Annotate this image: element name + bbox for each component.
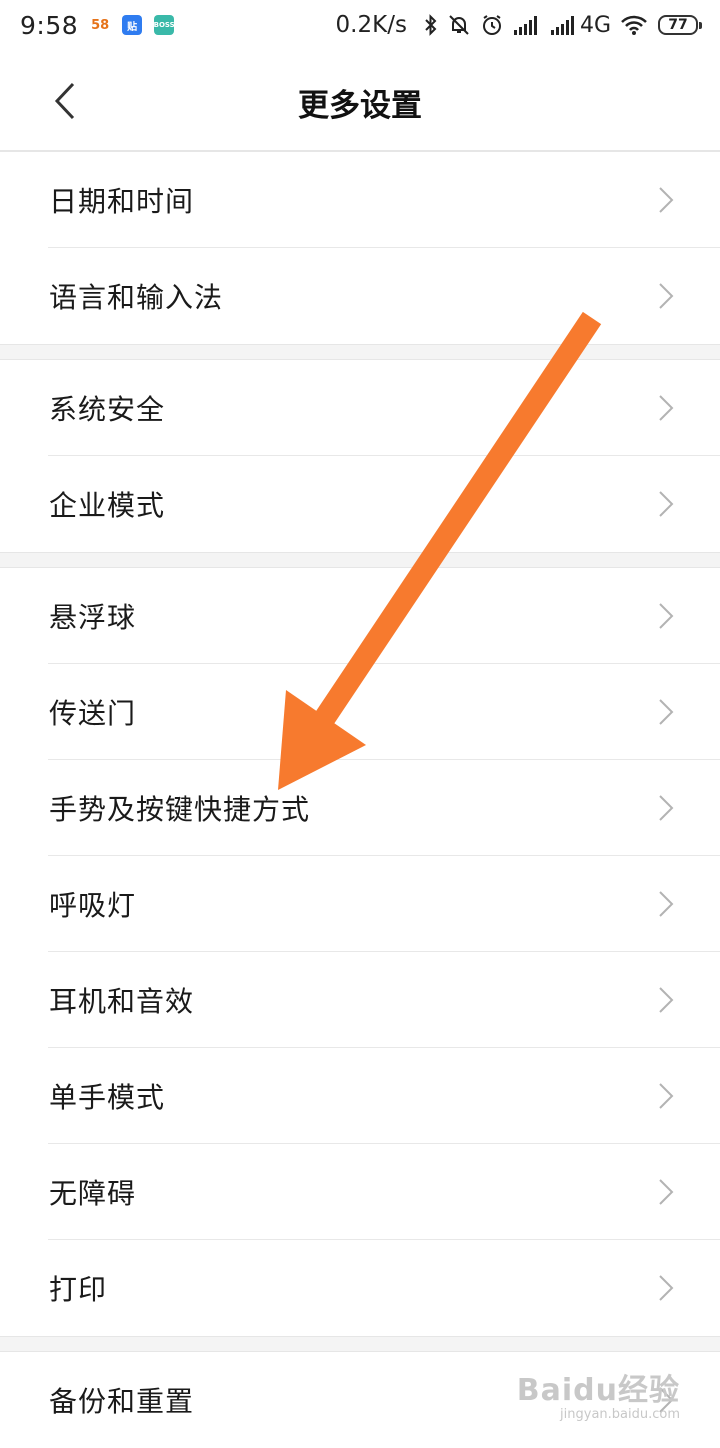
alarm-icon (480, 13, 504, 37)
chevron-right-icon (659, 395, 674, 421)
status-time: 9:58 (20, 10, 79, 40)
chevron-right-icon (659, 1275, 674, 1301)
settings-group-1: 日期和时间 语言和输入法 (0, 152, 720, 344)
baidu-watermark: Baidu经验 jingyan.baidu.com (517, 1365, 680, 1422)
item-language-input[interactable]: 语言和输入法 (0, 248, 720, 344)
chevron-right-icon (659, 491, 674, 517)
item-breathing-light[interactable]: 呼吸灯 (0, 856, 720, 952)
item-date-time[interactable]: 日期和时间 (0, 152, 720, 248)
group-spacer (0, 1336, 720, 1352)
bluetooth-icon (424, 14, 438, 36)
watermark-main: Baidu经验 (516, 1373, 680, 1408)
status-right: 0.2K/s 4G 77 (335, 12, 702, 38)
group-spacer (0, 552, 720, 568)
chevron-right-icon (659, 891, 674, 917)
chevron-right-icon (659, 603, 674, 629)
chevron-right-icon (659, 187, 674, 213)
item-label: 打印 (49, 1273, 108, 1306)
boss-app-icon: BOSS (154, 15, 175, 35)
status-bar: 9:58 58 贴 BOSS 0.2K/s 4G 77 (0, 0, 720, 50)
settings-group-2: 系统安全 企业模式 (0, 360, 720, 552)
chevron-right-icon (659, 987, 674, 1013)
signal-icon-1 (513, 15, 541, 35)
net-speed: 0.2K/s (335, 12, 407, 38)
chevron-right-icon (659, 699, 674, 725)
settings-group-3: 悬浮球 传送门 手势及按键快捷方式 呼吸灯 耳机和音效 单手模式 无障碍 打印 (0, 568, 720, 1336)
tieba-app-icon: 贴 (122, 15, 143, 35)
chevron-right-icon (659, 1083, 674, 1109)
item-headphones-audio[interactable]: 耳机和音效 (0, 952, 720, 1048)
chevron-right-icon (659, 283, 674, 309)
item-label: 耳机和音效 (49, 985, 195, 1018)
item-label: 日期和时间 (49, 185, 195, 218)
58-app-icon: 58 (91, 17, 110, 33)
item-gesture-shortcuts[interactable]: 手势及按键快捷方式 (0, 760, 720, 856)
item-label: 无障碍 (49, 1177, 137, 1210)
header-bar: 更多设置 (0, 50, 720, 152)
item-portal[interactable]: 传送门 (0, 664, 720, 760)
item-enterprise-mode[interactable]: 企业模式 (0, 456, 720, 552)
network-type: 4G (579, 12, 611, 38)
item-floating-ball[interactable]: 悬浮球 (0, 568, 720, 664)
item-label: 语言和输入法 (49, 281, 224, 314)
item-label: 传送门 (49, 697, 137, 730)
item-label: 手势及按键快捷方式 (49, 793, 311, 826)
item-label: 企业模式 (49, 489, 166, 522)
item-label: 单手模式 (49, 1081, 166, 1114)
status-left: 9:58 58 贴 BOSS (20, 10, 175, 40)
wifi-icon (620, 14, 648, 36)
page-title: 更多设置 (298, 88, 422, 124)
item-system-security[interactable]: 系统安全 (0, 360, 720, 456)
item-label: 备份和重置 (49, 1385, 195, 1418)
item-accessibility[interactable]: 无障碍 (0, 1144, 720, 1240)
item-one-handed-mode[interactable]: 单手模式 (0, 1048, 720, 1144)
item-label: 系统安全 (49, 393, 166, 426)
watermark-sub: jingyan.baidu.com (560, 1407, 680, 1422)
chevron-right-icon (659, 795, 674, 821)
mute-bell-icon (447, 13, 471, 37)
item-label: 呼吸灯 (49, 889, 137, 922)
settings-list: 日期和时间 语言和输入法 系统安全 企业模式 悬浮球 传送门 手势及按键快捷方式… (0, 152, 720, 1448)
item-label: 悬浮球 (49, 601, 137, 634)
signal-icon-2 (550, 15, 578, 35)
item-print[interactable]: 打印 (0, 1240, 720, 1336)
chevron-right-icon (659, 1179, 674, 1205)
battery-indicator: 77 (658, 15, 702, 35)
group-spacer (0, 344, 720, 360)
